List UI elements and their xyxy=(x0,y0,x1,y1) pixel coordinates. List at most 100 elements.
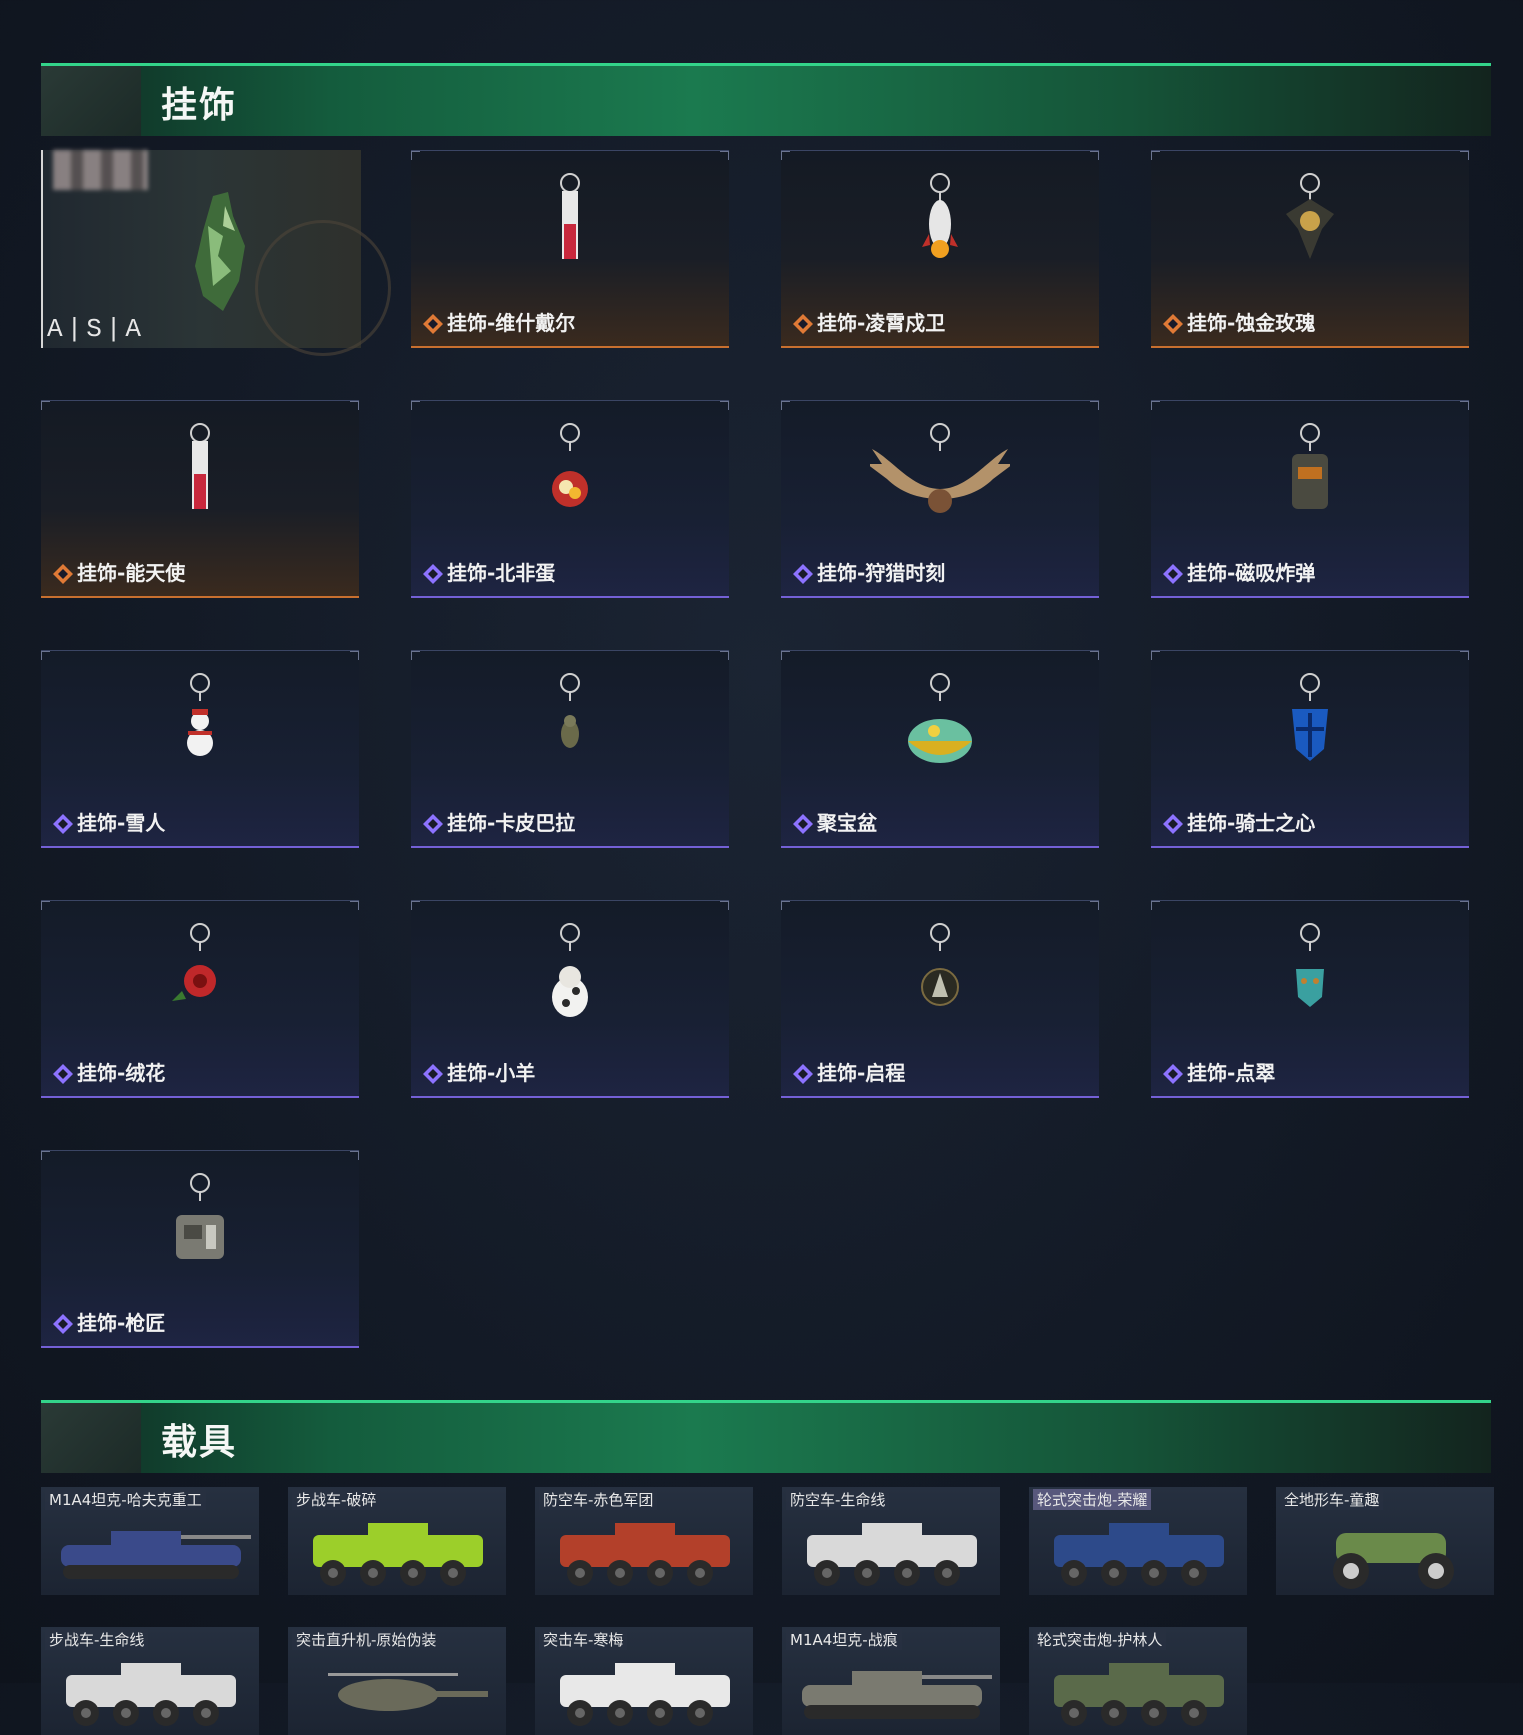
vehicle-card[interactable]: M1A4坦克-哈夫克重工 xyxy=(41,1487,259,1595)
charm-card[interactable]: 挂饰-骑士之心 xyxy=(1151,650,1469,848)
charm-card[interactable]: 挂饰-狩猎时刻 xyxy=(781,400,1099,598)
card-corner xyxy=(1151,401,1160,410)
vehicle-label: 步战车-破碎 xyxy=(292,1489,381,1510)
card-corner xyxy=(1151,901,1160,910)
vehicle-card[interactable]: M1A4坦克-战痕 xyxy=(782,1627,1000,1735)
charm-label: 挂饰-卡皮巴拉 xyxy=(447,811,576,835)
charms-section-header: 挂饰 xyxy=(41,63,1491,136)
vehicle-card[interactable]: 突击车-寒梅 xyxy=(535,1627,753,1735)
charms-section-title: 挂饰 xyxy=(161,85,238,126)
charm-label: 聚宝盆 xyxy=(817,811,877,835)
rose-emblem-charm-icon xyxy=(1286,173,1334,259)
vehicle-label: M1A4坦克-战痕 xyxy=(786,1629,902,1650)
card-corner xyxy=(720,151,729,160)
vehicle-label: 突击车-寒梅 xyxy=(539,1629,628,1650)
vehicle-card[interactable]: 轮式突击炮-护林人 xyxy=(1029,1627,1247,1735)
card-corner xyxy=(1151,651,1160,660)
ifv-vehicle-icon xyxy=(560,1523,730,1586)
charm-card[interactable]: 挂饰-北非蛋 xyxy=(411,400,729,598)
header-decoration xyxy=(41,1403,141,1473)
charm-card[interactable]: 挂饰-雪人 xyxy=(41,650,359,848)
card-corner xyxy=(411,901,420,910)
pan-charm-icon xyxy=(552,423,588,507)
tank-vehicle-icon xyxy=(802,1671,992,1719)
charm-label: 挂饰-磁吸炸弹 xyxy=(1187,561,1316,585)
card-corner xyxy=(720,651,729,660)
capybara-charm-icon xyxy=(560,673,580,748)
ifv-vehicle-icon xyxy=(66,1663,236,1726)
card-corner xyxy=(781,901,790,910)
card-corner xyxy=(411,401,420,410)
charm-card[interactable]: 挂饰-卡皮巴拉 xyxy=(411,650,729,848)
vehicle-card[interactable]: 全地形车-童趣 xyxy=(1276,1487,1494,1595)
card-corner xyxy=(350,651,359,660)
rarity-diamond-icon xyxy=(423,1064,443,1084)
card-corner xyxy=(1090,651,1099,660)
vehicle-card[interactable]: 防空车-赤色军团 xyxy=(535,1487,753,1595)
vehicle-label: 轮式突击炮-护林人 xyxy=(1033,1629,1167,1650)
rarity-diamond-icon xyxy=(1163,1064,1183,1084)
charm-card[interactable]: 挂饰-凌霄戍卫 xyxy=(781,150,1099,348)
rarity-diamond-icon xyxy=(793,1064,813,1084)
charm-card[interactable]: 挂饰-能天使 xyxy=(41,400,359,598)
antler-charm-icon xyxy=(870,423,1010,513)
card-corner xyxy=(411,151,420,160)
charm-card[interactable]: 挂饰-绒花 xyxy=(41,900,359,1098)
charm-card[interactable]: 聚宝盆 xyxy=(781,650,1099,848)
card-corner xyxy=(1460,151,1469,160)
card-corner xyxy=(1460,401,1469,410)
rarity-diamond-icon xyxy=(53,1064,73,1084)
charm-card[interactable]: 挂饰-启程 xyxy=(781,900,1099,1098)
card-corner xyxy=(1090,401,1099,410)
charm-card[interactable]: 挂饰-维什戴尔 xyxy=(411,150,729,348)
charm-card[interactable]: 挂饰-小羊 xyxy=(411,900,729,1098)
rarity-diamond-icon xyxy=(423,814,443,834)
ifv-vehicle-icon xyxy=(560,1663,730,1726)
charm-card[interactable]: 挂饰-磁吸炸弹 xyxy=(1151,400,1469,598)
knight-shield-charm-icon xyxy=(1292,673,1328,761)
ifv-vehicle-icon xyxy=(1054,1663,1224,1726)
charm-label: 挂饰-绒花 xyxy=(77,1061,166,1085)
card-corner xyxy=(41,1151,50,1160)
vehicle-card[interactable]: 防空车-生命线 xyxy=(782,1487,1000,1595)
featured-charm-card[interactable]: A|S|A xyxy=(41,150,391,356)
ifv-vehicle-icon xyxy=(1054,1523,1224,1586)
vehicle-card[interactable]: 突击直升机-原始伪装 xyxy=(288,1627,506,1735)
card-corner xyxy=(411,651,420,660)
charm-label: 挂饰-凌霄戍卫 xyxy=(817,311,946,335)
rarity-diamond-icon xyxy=(793,314,813,334)
card-corner xyxy=(1090,901,1099,910)
vehicle-label: M1A4坦克-哈夫克重工 xyxy=(45,1489,206,1510)
charm-label: 挂饰-点翠 xyxy=(1187,1061,1276,1085)
charm-card[interactable]: 挂饰-蚀金玫瑰 xyxy=(1151,150,1469,348)
vehicle-card[interactable]: 步战车-生命线 xyxy=(41,1627,259,1735)
card-corner xyxy=(720,401,729,410)
vehicle-card[interactable]: 步战车-破碎 xyxy=(288,1487,506,1595)
header-decoration xyxy=(41,66,141,136)
charm-label: 挂饰-狩猎时刻 xyxy=(817,561,946,585)
card-corner xyxy=(350,901,359,910)
rarity-diamond-icon xyxy=(793,814,813,834)
vehicle-card[interactable]: 轮式突击炮-荣耀 xyxy=(1029,1487,1247,1595)
vehicle-label: 突击直升机-原始伪装 xyxy=(292,1629,441,1650)
card-corner xyxy=(41,901,50,910)
rarity-diamond-icon xyxy=(53,564,73,584)
dogtag-charm-icon xyxy=(176,1173,224,1259)
card-corner xyxy=(1460,901,1469,910)
mask-charm-icon xyxy=(1296,923,1324,1007)
lamb-charm-icon xyxy=(552,923,588,1017)
charm-card[interactable]: 挂饰-枪匠 xyxy=(41,1150,359,1348)
vehicle-label: 全地形车-童趣 xyxy=(1280,1489,1384,1510)
charm-card[interactable]: 挂饰-点翠 xyxy=(1151,900,1469,1098)
rarity-diamond-icon xyxy=(1163,564,1183,584)
tank-vehicle-icon xyxy=(61,1531,251,1579)
rarity-diamond-icon xyxy=(793,564,813,584)
charm-label: 挂饰-维什戴尔 xyxy=(447,311,576,335)
vehicle-label: 轮式突击炮-荣耀 xyxy=(1033,1489,1152,1510)
rarity-diamond-icon xyxy=(53,1314,73,1334)
card-corner xyxy=(350,401,359,410)
card-corner xyxy=(720,901,729,910)
rarity-diamond-icon xyxy=(1163,814,1183,834)
card-corner xyxy=(781,151,790,160)
card-corner xyxy=(41,401,50,410)
